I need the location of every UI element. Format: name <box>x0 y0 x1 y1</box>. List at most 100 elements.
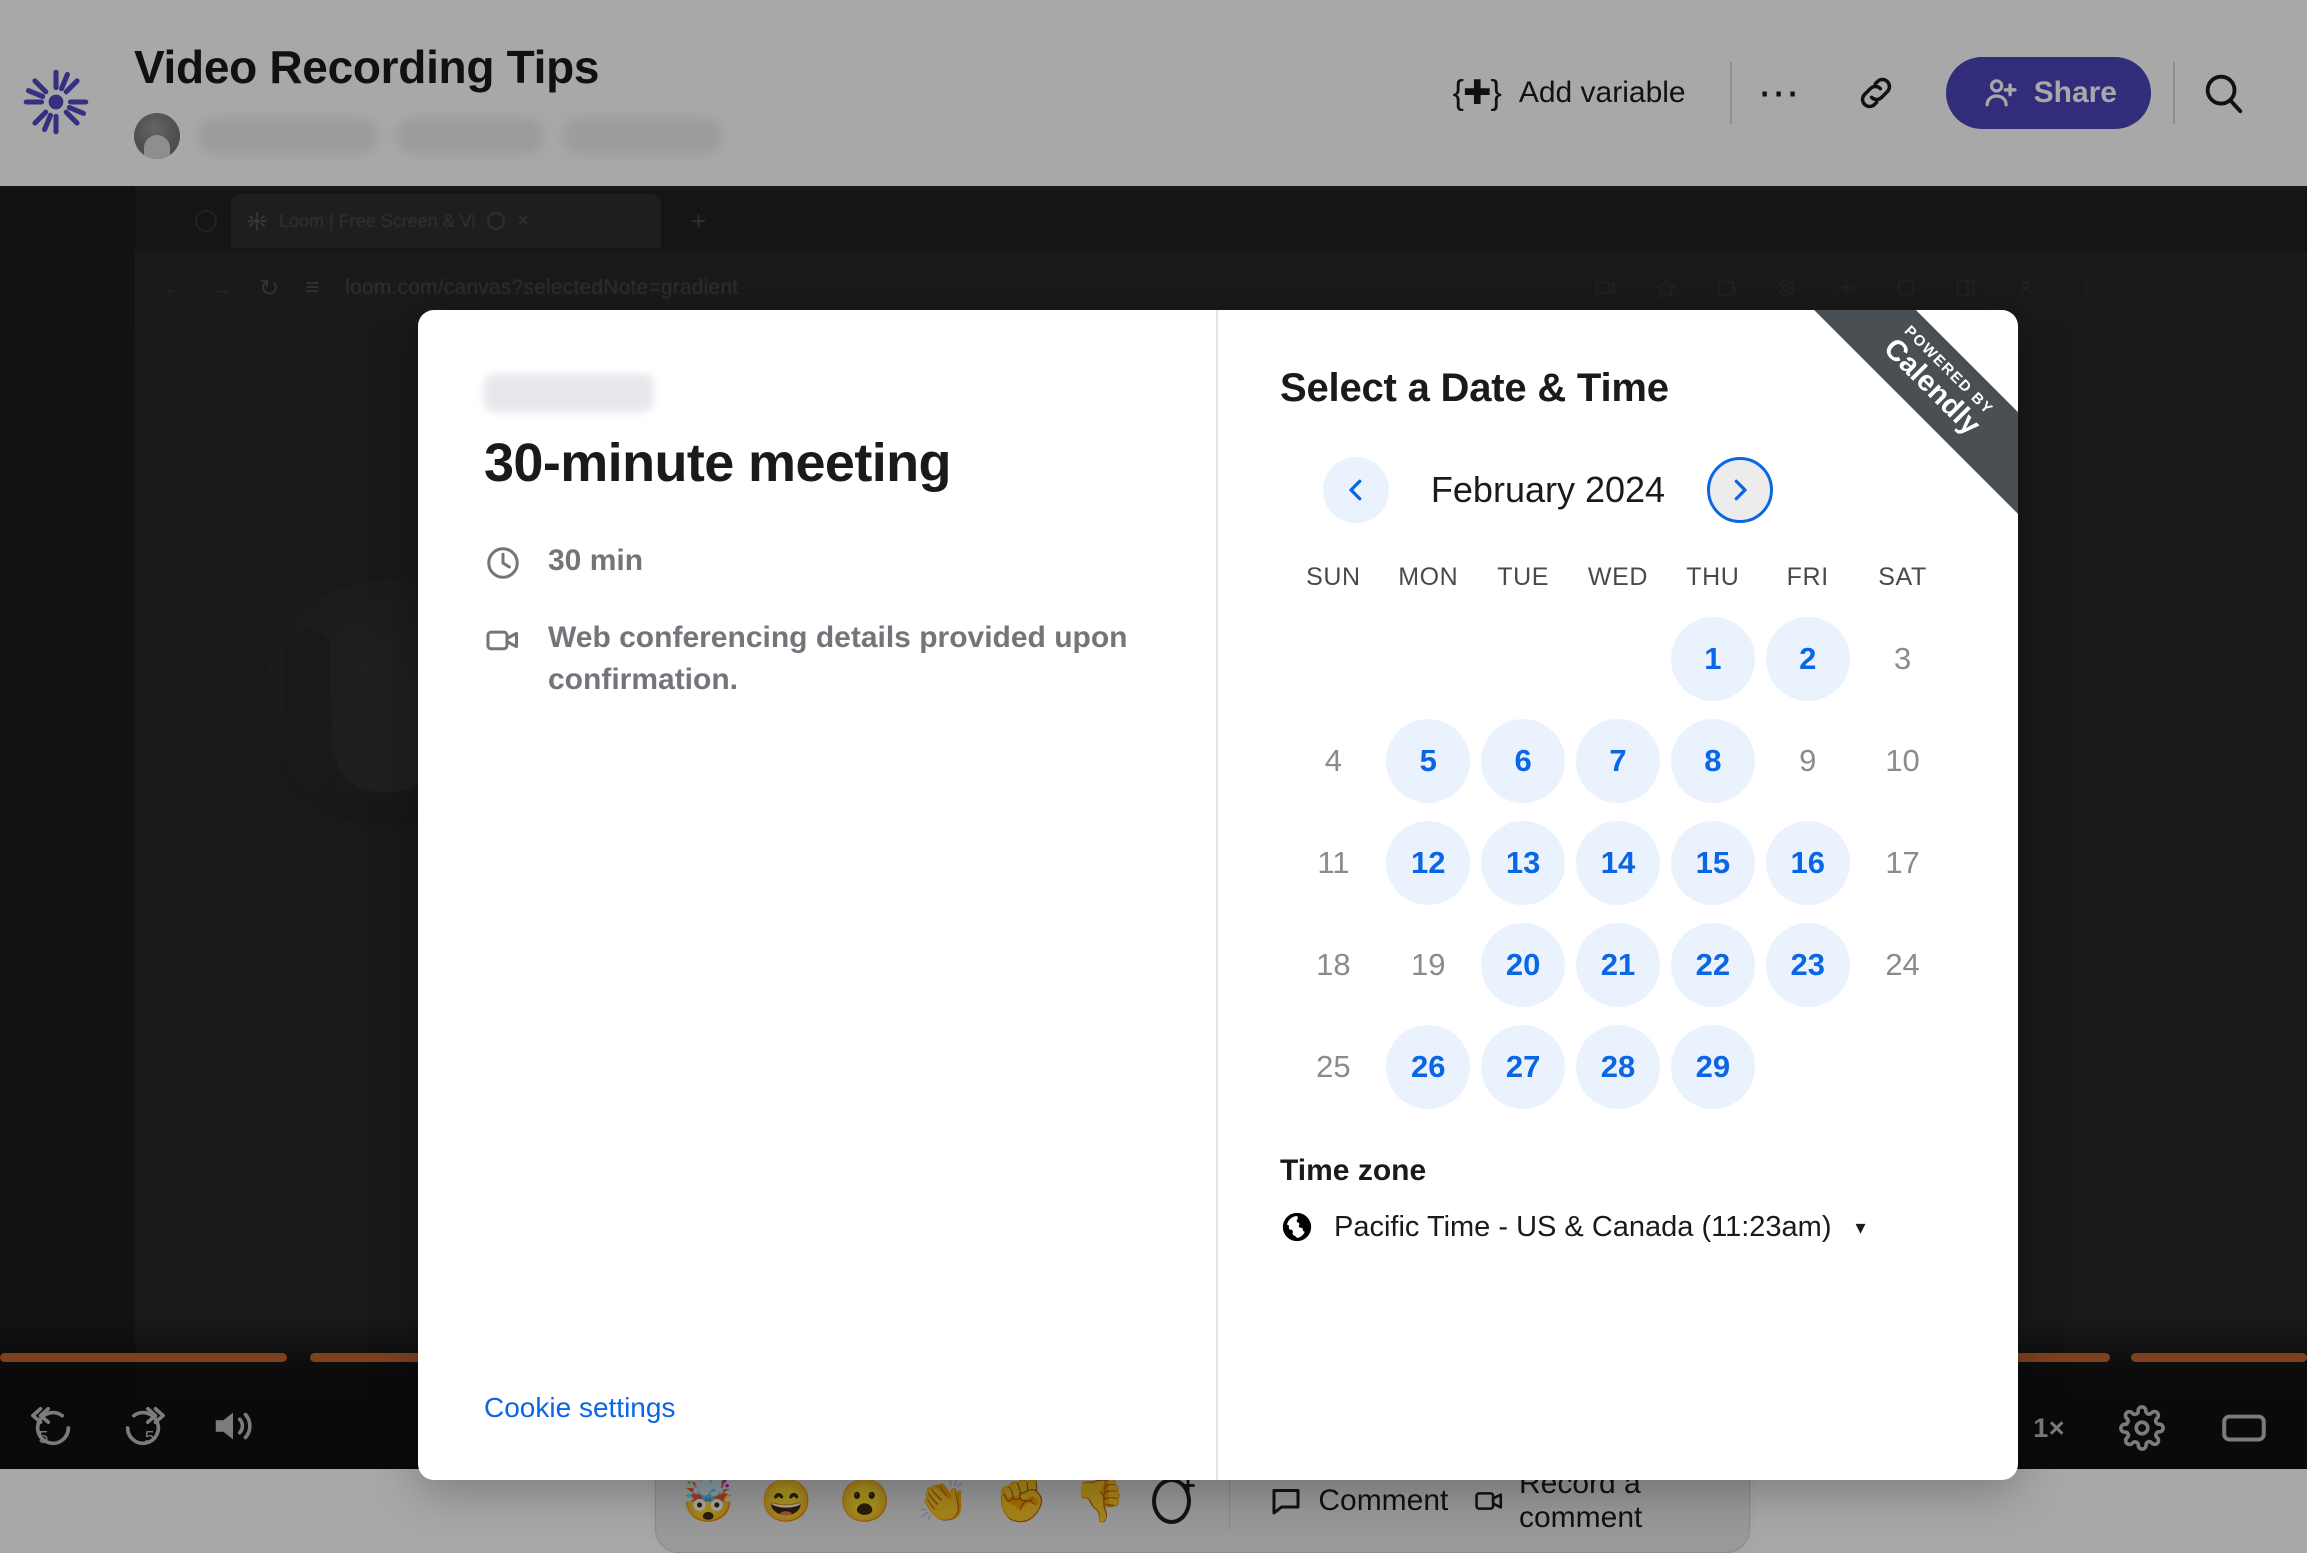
calendar-empty-cell <box>1571 614 1666 704</box>
avatar[interactable] <box>134 113 180 159</box>
calendar-day-cell[interactable]: 20 <box>1476 920 1571 1010</box>
calendar-day-cell[interactable]: 23 <box>1760 920 1855 1010</box>
calendar-day-unavailable: 19 <box>1411 947 1446 982</box>
calendar-day-unavailable: 18 <box>1316 947 1351 982</box>
calendar-day-cell: 11 <box>1286 818 1381 908</box>
calendar-day-unavailable: 10 <box>1885 743 1920 778</box>
header-actions: {✚} Add variable ⋯ Share <box>1453 0 2271 186</box>
weekday-label: FRI <box>1786 563 1829 591</box>
comment-label: Comment <box>1318 1483 1449 1517</box>
comment-bubble-icon <box>1272 1488 1300 1514</box>
cookie-settings-link[interactable]: Cookie settings <box>484 1392 675 1424</box>
calendar-day-available[interactable]: 6 <box>1481 719 1566 803</box>
calendar-day-cell[interactable]: 8 <box>1665 716 1760 806</box>
calendar-day-cell[interactable]: 15 <box>1665 818 1760 908</box>
calendar-day-cell[interactable]: 1 <box>1665 614 1760 704</box>
chevron-down-icon: ▾ <box>1855 1216 1866 1239</box>
header-divider <box>1729 62 1732 124</box>
add-variable-button[interactable]: {✚} Add variable <box>1453 73 1730 113</box>
calendar-day-available[interactable]: 7 <box>1575 719 1660 803</box>
calendar-day-cell[interactable]: 6 <box>1476 716 1571 806</box>
calendar-day-cell[interactable]: 13 <box>1476 818 1571 908</box>
picker-heading: Select a Date & Time <box>1280 366 1669 410</box>
meta-chip <box>562 117 722 155</box>
event-duration: 30 min <box>548 544 644 577</box>
calendar-empty-cell <box>1381 614 1476 704</box>
previous-month-button[interactable] <box>1322 457 1389 523</box>
calendar-day-cell[interactable]: 28 <box>1571 1022 1666 1112</box>
calendar-day-cell[interactable]: 21 <box>1571 920 1666 1010</box>
calendar-day-cell: 10 <box>1855 716 1950 806</box>
calendar-day-available[interactable]: 16 <box>1765 821 1850 905</box>
calendar-day-cell[interactable]: 2 <box>1760 614 1855 704</box>
calendar-day-available[interactable]: 12 <box>1386 821 1471 905</box>
calendar-day-unavailable: 25 <box>1316 1049 1351 1084</box>
next-month-button[interactable] <box>1707 457 1774 523</box>
timezone-selector[interactable]: Pacific Time - US & Canada (11:23am) ▾ <box>1280 1210 1956 1244</box>
calendar-day-available[interactable]: 20 <box>1481 923 1566 1007</box>
calendar-days-grid: 1 2 3 4 5 6 7 8 9 10 11 12 13 14 15 16 17 18 19 20 21 22 23 24 2… <box>1280 614 1956 1112</box>
calendar-day-available[interactable]: 29 <box>1670 1025 1755 1109</box>
calendar-day-cell[interactable]: 26 <box>1381 1022 1476 1112</box>
loom-logo-icon[interactable] <box>22 68 90 136</box>
search-icon <box>2205 74 2243 114</box>
calendar-day-cell[interactable]: 14 <box>1571 818 1666 908</box>
calendar-day-unavailable: 9 <box>1799 743 1817 778</box>
calendar-day-cell[interactable]: 7 <box>1571 716 1666 806</box>
comment-button[interactable]: Comment <box>1268 1483 1448 1519</box>
calendar-day-cell: 19 <box>1381 920 1476 1010</box>
search-button[interactable] <box>2185 55 2261 131</box>
calendar-day-available[interactable]: 13 <box>1481 821 1566 905</box>
current-month-label: February 2024 <box>1430 469 1666 510</box>
page-title[interactable]: Video Recording Tips <box>134 40 599 94</box>
curly-brace-plus-icon: {✚} <box>1452 74 1502 112</box>
emoji-reaction[interactable]: 🤯 <box>682 1479 734 1522</box>
weekday-label: SAT <box>1878 563 1927 591</box>
ellipsis-icon: ⋯ <box>1757 68 1802 116</box>
emoji-reaction[interactable]: 😮 <box>839 1479 891 1522</box>
more-options-button[interactable]: ⋯ <box>1742 55 1818 131</box>
video-camera-icon <box>486 630 518 650</box>
emoji-reaction[interactable]: ✊ <box>995 1479 1047 1522</box>
add-reaction-icon[interactable] <box>1151 1470 1196 1524</box>
calendar-day-cell[interactable]: 5 <box>1381 716 1476 806</box>
timezone-title: Time zone <box>1280 1154 1427 1187</box>
copy-link-button[interactable] <box>1838 55 1914 131</box>
globe-icon <box>1282 1212 1312 1242</box>
calendar-day-available[interactable]: 5 <box>1386 719 1471 803</box>
chevron-left-icon <box>1349 479 1362 501</box>
calendar-day-cell[interactable]: 22 <box>1665 920 1760 1010</box>
emoji-reaction[interactable]: 😄 <box>760 1479 812 1522</box>
share-button[interactable]: Share <box>1945 57 2151 129</box>
calendar-day-available[interactable]: 23 <box>1765 923 1850 1007</box>
calendar-day-available[interactable]: 22 <box>1670 923 1755 1007</box>
calendar-day-cell[interactable]: 12 <box>1381 818 1476 908</box>
calendar-day-unavailable: 17 <box>1885 845 1920 880</box>
calendar-day-available[interactable]: 2 <box>1765 617 1850 701</box>
calendar-day-available[interactable]: 8 <box>1670 719 1755 803</box>
calendar-day-cell[interactable]: 16 <box>1760 818 1855 908</box>
calendar-day-available[interactable]: 27 <box>1481 1025 1566 1109</box>
calendar-day-available[interactable]: 15 <box>1670 821 1755 905</box>
document-meta-row <box>134 113 722 159</box>
calendar-day-available[interactable]: 14 <box>1575 821 1660 905</box>
emoji-reaction[interactable]: 👏 <box>917 1479 969 1522</box>
add-person-icon <box>1985 79 2017 107</box>
calendar-day-available[interactable]: 21 <box>1575 923 1660 1007</box>
calendar-day-unavailable: 11 <box>1317 845 1350 880</box>
calendar-day-available[interactable]: 1 <box>1670 617 1755 701</box>
calendar-day-cell[interactable]: 27 <box>1476 1022 1571 1112</box>
link-icon <box>1860 77 1891 109</box>
event-duration-row: 30 min <box>484 540 1150 583</box>
clock-icon <box>487 547 519 579</box>
calendar-day-cell[interactable]: 29 <box>1665 1022 1760 1112</box>
calendar-day-cell: 4 <box>1286 716 1381 806</box>
calendar-day-available[interactable]: 26 <box>1386 1025 1471 1109</box>
event-details-panel: 30-minute meeting 30 min Web conferencin… <box>418 310 1218 1480</box>
weekday-header-row: SUN MON TUE WED THU FRI SAT <box>1280 563 1956 592</box>
app-header: Video Recording Tips {✚} Add variable ⋯ <box>0 0 2307 186</box>
calendly-booking-modal: 30-minute meeting 30 min Web conferencin… <box>418 310 2018 1480</box>
emoji-reaction[interactable]: 👎 <box>1073 1479 1125 1522</box>
calendar-day-available[interactable]: 28 <box>1575 1025 1660 1109</box>
calendar-empty-cell <box>1286 614 1381 704</box>
